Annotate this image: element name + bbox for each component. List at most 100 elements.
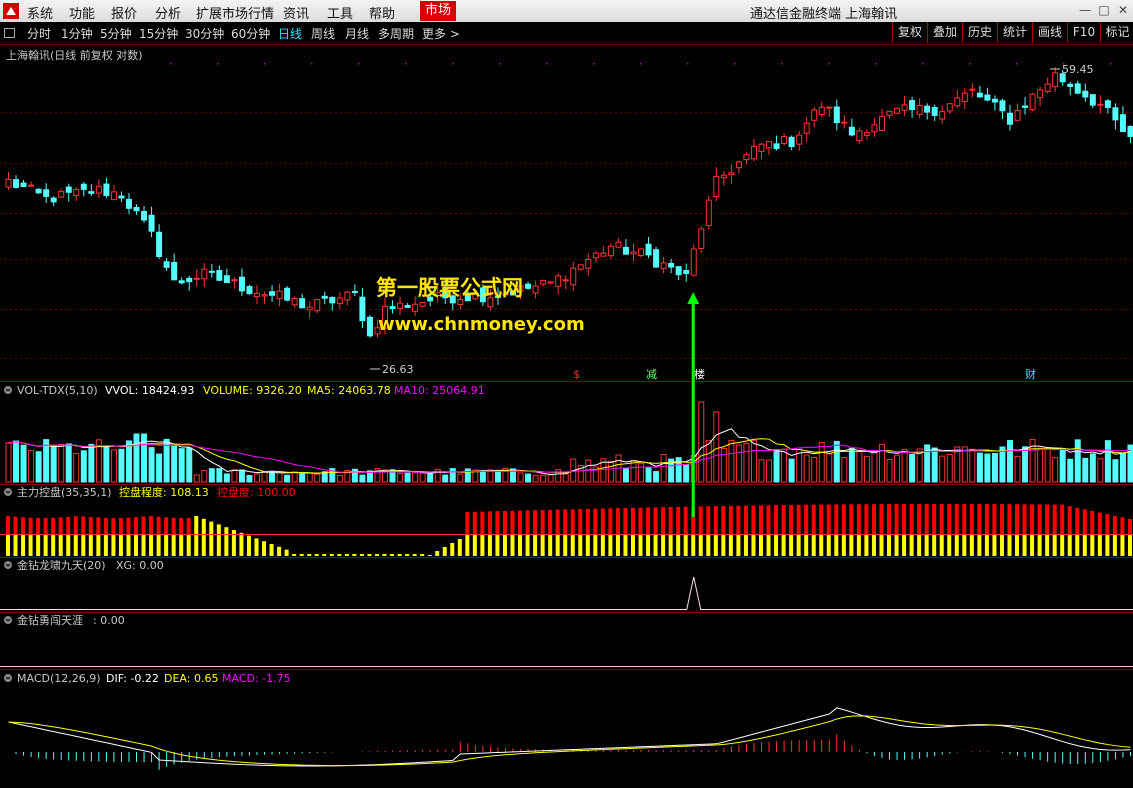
macd-dif-line: [8, 707, 1131, 767]
candle-body: [946, 103, 953, 112]
watermark-url: www.chnmoney.com: [378, 314, 585, 335]
volume-bar: [208, 468, 215, 483]
candle: [675, 266, 682, 281]
control-yellow-bar: [201, 518, 206, 556]
candle: [193, 269, 200, 287]
control-yellow-bar: [533, 535, 538, 556]
control-yellow-bar: [262, 541, 267, 556]
candle-body: [65, 186, 72, 193]
volume-bar: [163, 438, 170, 483]
candle: [577, 264, 584, 271]
volume-bar: [540, 474, 547, 483]
control-red-bar: [1037, 504, 1042, 534]
candle-body: [171, 261, 178, 281]
vol-panel-header: VOL-TDX(5,10) VVOL: 18424.93 VOLUME: 932…: [4, 384, 485, 397]
candle: [615, 238, 622, 248]
candle: [894, 107, 901, 115]
grid-dot: [217, 63, 219, 65]
volume-bar: [231, 469, 238, 483]
control-yellow-bar: [239, 532, 244, 556]
candle: [878, 108, 885, 131]
candle: [735, 160, 742, 174]
control-yellow-bar: [1007, 535, 1012, 556]
volume-bar: [909, 453, 916, 483]
control-yellow-bar: [269, 544, 274, 556]
svg-text:VOLUME: 9326.20: VOLUME: 9326.20: [203, 384, 302, 397]
grid-dot: [452, 63, 454, 65]
control-red-bar: [1097, 512, 1102, 534]
control-yellow-bar: [111, 535, 116, 556]
candle-body: [1127, 125, 1133, 138]
control-yellow-bar: [1015, 535, 1020, 556]
volume-bar: [1097, 458, 1104, 483]
control-yellow-bar: [615, 535, 620, 556]
control-red-bar: [465, 512, 470, 534]
control-yellow-bar: [73, 535, 78, 556]
volume-bar: [863, 455, 870, 483]
volume-bar: [811, 457, 818, 483]
control-yellow-bar: [510, 535, 515, 556]
candle-body: [984, 94, 991, 101]
control-red-bar: [13, 516, 18, 534]
marker-reduce[interactable]: 减: [646, 368, 657, 381]
candle-body: [773, 143, 780, 150]
candle: [1022, 96, 1029, 115]
candle: [570, 261, 577, 292]
marker-finance[interactable]: 财: [1025, 367, 1036, 381]
volume-bar: [622, 467, 629, 483]
volume-bar: [1067, 458, 1074, 483]
control-yellow-bar: [126, 535, 131, 556]
volume-bar: [118, 448, 125, 483]
candle: [261, 291, 268, 305]
volume-bar: [284, 474, 291, 483]
low-price-label: 26.63: [370, 363, 414, 376]
marker-dollar[interactable]: $: [573, 368, 580, 381]
volume-bar: [65, 443, 72, 483]
volume-bar: [28, 450, 35, 483]
candle-body: [35, 188, 42, 194]
buy-signal-arrow: [687, 292, 700, 517]
control-yellow-bar: [856, 535, 861, 556]
control-red-bar: [728, 505, 733, 534]
candle: [766, 141, 773, 156]
control-red-bar: [28, 517, 33, 534]
control-yellow-bar: [337, 554, 342, 556]
candle: [1037, 86, 1044, 107]
candle: [713, 167, 720, 202]
candle: [728, 164, 735, 184]
control-red-bar: [600, 508, 605, 534]
svg-text:控盘度: 100.00: 控盘度: 100.00: [217, 485, 296, 499]
control-red-bar: [698, 506, 703, 534]
volume-bar: [961, 446, 968, 483]
control-yellow-bar: [359, 554, 364, 556]
candle: [65, 183, 72, 202]
volume-bar: [299, 471, 306, 483]
control-yellow-bar: [307, 554, 312, 556]
control-yellow-bar: [909, 535, 914, 556]
candle: [238, 268, 245, 296]
volume-bar: [20, 444, 27, 483]
control-yellow-bar: [811, 535, 816, 556]
control-red-bar: [66, 516, 71, 534]
svg-text:MACD: -1.75: MACD: -1.75: [222, 672, 291, 685]
grid-dot: [593, 63, 595, 65]
volume-bar: [532, 474, 539, 483]
candle: [103, 177, 110, 199]
control-red-bar: [533, 510, 538, 534]
volume-bar: [494, 471, 501, 483]
control-yellow-bar: [1022, 535, 1027, 556]
candle-body: [261, 294, 268, 297]
candle-body: [1104, 100, 1111, 108]
volume-bar: [171, 445, 178, 483]
candle-body: [607, 245, 614, 257]
grid-dot: [1110, 63, 1112, 65]
svg-text:MA10: 25064.91: MA10: 25064.91: [394, 384, 485, 397]
stock-chart[interactable]: 上海翰讯(日线 前复权 对数) 59.45 26.63 $ 减 楼 财 第一股票…: [0, 0, 1133, 788]
control-yellow-bar: [570, 535, 575, 556]
control-yellow-bar: [1052, 535, 1057, 556]
volume-bar: [359, 474, 366, 483]
marker-building[interactable]: 楼: [694, 367, 705, 381]
candle: [555, 273, 562, 295]
control-yellow-bar: [871, 535, 876, 556]
control-yellow-bar: [969, 535, 974, 556]
